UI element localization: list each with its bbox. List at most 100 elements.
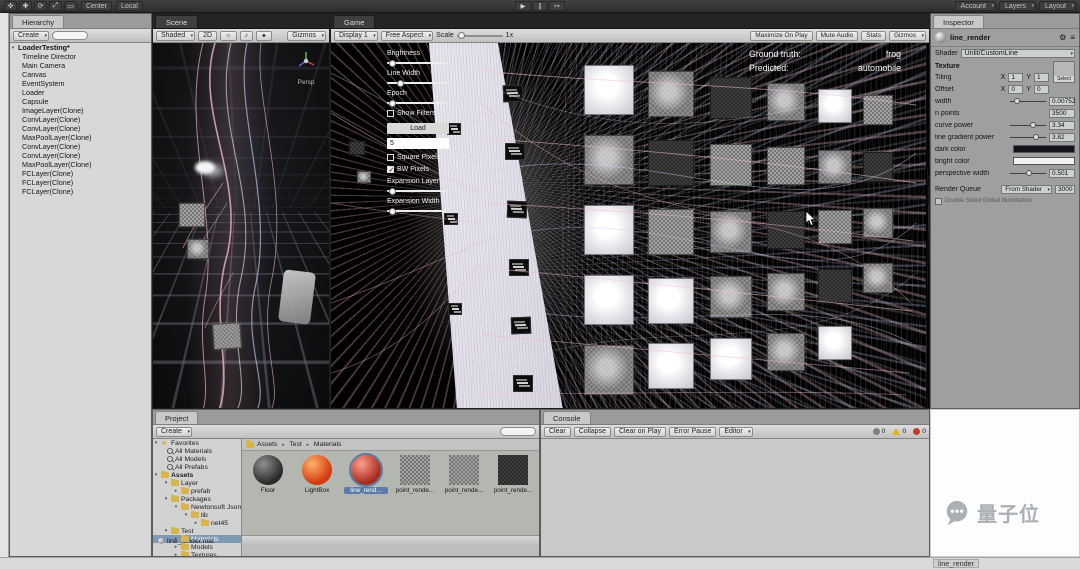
curve-power-field[interactable]: 3.34	[1049, 120, 1075, 130]
console-log-area[interactable]	[541, 439, 929, 556]
hierarchy-item[interactable]: MaxPoolLayer(Clone)	[10, 133, 151, 142]
breadcrumb-test[interactable]: Test	[289, 441, 301, 448]
hierarchy-item[interactable]: Main Camera	[10, 61, 151, 70]
asset-line-render[interactable]: line_rend...	[344, 453, 388, 494]
brightness-slider[interactable]	[387, 59, 447, 67]
tree-folder[interactable]: ▾ Packages	[153, 495, 241, 503]
shading-mode-dropdown[interactable]: Shaded	[156, 30, 196, 41]
chevron-down-icon[interactable]: ▾	[10, 45, 16, 51]
offset-y-field[interactable]: 0	[1034, 84, 1049, 94]
clear-button[interactable]: Clear	[544, 426, 571, 437]
hierarchy-item[interactable]: EventSystem	[10, 79, 151, 88]
texture-slot[interactable]: Select	[1053, 61, 1075, 83]
tiling-x-field[interactable]: 1	[1008, 72, 1024, 82]
maximize-on-play-toggle[interactable]: Maximize On Play	[750, 30, 813, 41]
scene-effects-icon[interactable]: ✦	[256, 30, 272, 41]
hierarchy-item[interactable]: ImageLayer(Clone)	[10, 106, 151, 115]
hierarchy-item[interactable]: ConvLayer(Clone)	[10, 151, 151, 160]
collapse-button[interactable]: Collapse	[573, 426, 611, 437]
asset-point-render[interactable]: point_rende...	[442, 455, 486, 494]
favorites-item[interactable]: All Materials	[153, 447, 241, 455]
scene-audio-icon[interactable]: ♪	[239, 30, 254, 41]
epoch-input[interactable]	[387, 138, 449, 149]
tree-folder[interactable]: ▸ prefab	[153, 487, 241, 495]
editor-dropdown[interactable]: Editor	[719, 426, 753, 437]
tree-folder[interactable]: ▾ Test	[153, 527, 241, 535]
layout-dropdown[interactable]: Layout	[1038, 1, 1076, 11]
space-toggle[interactable]: Local	[116, 1, 143, 11]
rect-tool-icon[interactable]: ▭	[64, 1, 77, 11]
tab-project[interactable]: Project	[155, 411, 199, 424]
render-queue-value[interactable]: 3000	[1055, 184, 1075, 194]
hierarchy-item[interactable]: FCLayer(Clone)	[10, 178, 151, 187]
load-button[interactable]: Load	[387, 123, 449, 134]
scene-lighting-icon[interactable]: ☼	[220, 30, 237, 41]
game-gizmos-dropdown[interactable]: Gizmos	[888, 30, 926, 41]
2d-toggle[interactable]: 2D	[198, 30, 218, 41]
scale-tool-icon[interactable]: ⤢	[49, 1, 62, 11]
hierarchy-create-dropdown[interactable]: Create	[13, 30, 50, 41]
scene-capsule-object[interactable]	[277, 269, 317, 325]
epoch-slider[interactable]	[387, 99, 447, 107]
width-field[interactable]: 0.00752	[1049, 96, 1076, 106]
hierarchy-search-input[interactable]	[52, 31, 89, 40]
offset-x-field[interactable]: 0	[1008, 84, 1024, 94]
hierarchy-item[interactable]: Canvas	[10, 70, 151, 79]
scene-root-row[interactable]: ▾ LoaderTesting*	[10, 43, 151, 52]
display-dropdown[interactable]: Display 1	[334, 30, 378, 41]
hierarchy-item[interactable]: MaxPoolLayer(Clone)	[10, 160, 151, 169]
scene-gizmos-dropdown[interactable]: Gizmos	[287, 30, 326, 41]
tree-folder[interactable]: ▾Newtonsoft Json 13.0.2	[153, 503, 241, 511]
hierarchy-item[interactable]: ConvLayer(Clone)	[10, 115, 151, 124]
tree-folder[interactable]: ▾ Layer	[153, 479, 241, 487]
warning-count[interactable]: 0	[892, 428, 906, 435]
layers-dropdown[interactable]: Layers	[998, 1, 1036, 11]
perspective-label[interactable]: Persp	[293, 79, 319, 86]
error-count[interactable]: 0	[913, 428, 926, 435]
line-gradient-power-field[interactable]: 3.82	[1049, 132, 1075, 142]
pause-button[interactable]: ∥	[532, 1, 548, 11]
project-search-input[interactable]	[500, 427, 536, 436]
texture-select-button[interactable]: Select	[1054, 76, 1074, 82]
scene-viewport[interactable]: Persp	[153, 43, 329, 408]
favorites-row[interactable]: ▾ ★ Favorites	[153, 439, 241, 447]
menu-icon[interactable]: ≡	[1070, 33, 1075, 42]
hierarchy-item[interactable]: ConvLayer(Clone)	[10, 124, 151, 133]
tab-scene[interactable]: Scene	[155, 15, 199, 28]
step-button[interactable]: ↦	[549, 1, 565, 11]
hierarchy-item[interactable]: FCLayer(Clone)	[10, 169, 151, 178]
clear-on-play-button[interactable]: Clear on Play	[613, 426, 667, 437]
scene-orientation-gizmo[interactable]: Persp	[293, 49, 319, 86]
move-tool-icon[interactable]: ✚	[19, 1, 32, 11]
favorites-item[interactable]: All Models	[153, 455, 241, 463]
hierarchy-item[interactable]: Timeline Director	[10, 52, 151, 61]
line-gradient-power-slider[interactable]	[1010, 134, 1046, 140]
tab-game[interactable]: Game	[333, 15, 376, 28]
tab-hierarchy[interactable]: Hierarchy	[12, 15, 65, 28]
asset-point-render[interactable]: point_rende...	[393, 455, 437, 494]
hierarchy-item[interactable]: ConvLayer(Clone)	[10, 142, 151, 151]
info-count[interactable]: 0	[872, 428, 885, 435]
perspective-width-field[interactable]: 0.501	[1049, 168, 1075, 178]
width-slider[interactable]	[1010, 98, 1046, 104]
game-scale-slider[interactable]	[456, 32, 503, 39]
npoints-field[interactable]: 3500	[1049, 108, 1075, 118]
dark-color-swatch[interactable]	[1013, 145, 1075, 153]
asset-floor[interactable]: Floor	[246, 455, 290, 494]
error-pause-button[interactable]: Error Pause	[669, 426, 717, 437]
hierarchy-item[interactable]: FCLayer(Clone)	[10, 187, 151, 196]
account-dropdown[interactable]: Account	[954, 1, 996, 11]
render-queue-dropdown[interactable]: From Shader	[1001, 184, 1052, 194]
breadcrumb-assets[interactable]: Assets	[257, 441, 277, 448]
expansion-layer-slider[interactable]	[387, 187, 447, 195]
tiling-y-field[interactable]: 1	[1034, 72, 1049, 82]
curve-power-slider[interactable]	[1010, 122, 1046, 128]
favorites-item[interactable]: All Prefabs	[153, 463, 241, 471]
aspect-dropdown[interactable]: Free Aspect	[380, 30, 434, 41]
bright-color-swatch[interactable]	[1013, 157, 1075, 165]
pan-tool-icon[interactable]: ✜	[4, 1, 17, 11]
perspective-width-slider[interactable]	[1010, 170, 1046, 176]
shader-dropdown[interactable]: Unlit/CustomLine	[960, 48, 1075, 58]
gear-icon[interactable]: ⚙	[1059, 33, 1066, 42]
asset-lightbox[interactable]: LightBox	[295, 455, 339, 494]
